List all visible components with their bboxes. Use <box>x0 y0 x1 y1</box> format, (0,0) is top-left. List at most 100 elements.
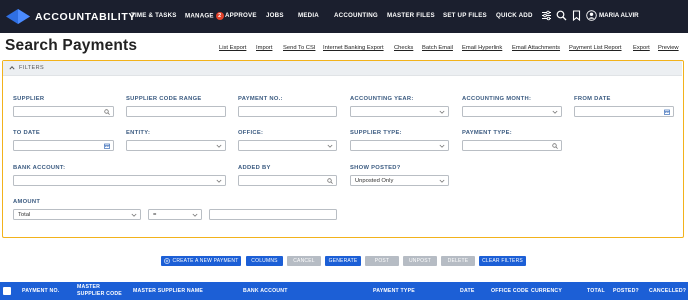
supplier-code-range-label: SUPPLIER CODE RANGE <box>126 96 202 102</box>
chevron-down-icon <box>439 144 445 148</box>
entity-label: ENTITY: <box>126 130 151 136</box>
column-date[interactable]: DATE <box>460 288 475 295</box>
nav-manage-label: MANAGE <box>185 12 214 20</box>
office-select[interactable] <box>238 140 337 151</box>
supplier-type-select[interactable] <box>350 140 449 151</box>
chevron-down-icon <box>216 144 222 148</box>
column-total[interactable]: TOTAL <box>587 288 605 295</box>
column-payment-no[interactable]: PAYMENT NO. <box>22 288 59 295</box>
internet-banking-export-link[interactable]: Internet Banking Export <box>323 45 384 51</box>
show-posted-select[interactable]: Unposted Only <box>350 175 449 186</box>
supplier-code-range-input[interactable] <box>126 106 226 117</box>
email-hyperlink-link[interactable]: Email Hyperlink <box>462 45 502 51</box>
email-attachments-link[interactable]: Email Attachments <box>512 45 560 51</box>
amount-label: AMOUNT <box>13 199 41 205</box>
supplier-type-label: SUPPLIER TYPE: <box>350 130 402 136</box>
payment-no-label: PAYMENT NO.: <box>238 96 283 102</box>
amount-operator-value: = <box>153 212 157 218</box>
chevron-down-icon <box>131 213 137 217</box>
nav-set-up-files[interactable]: SET UP FILES <box>443 12 487 19</box>
amount-operator-select[interactable]: = <box>148 209 202 220</box>
user-name[interactable]: MARIA ALVIR <box>599 12 639 19</box>
list-export-link[interactable]: List Export <box>219 45 246 51</box>
bank-account-label: BANK ACCOUNT: <box>13 165 66 171</box>
accounting-month-select[interactable] <box>462 106 562 117</box>
nav-media[interactable]: MEDIA <box>298 12 319 19</box>
column-cancelled[interactable]: CANCELLED? <box>649 288 686 295</box>
columns-button[interactable]: COLUMNS <box>246 256 283 266</box>
preview-link[interactable]: Preview <box>658 45 679 51</box>
search-icon[interactable] <box>327 178 333 184</box>
payment-type-input[interactable] <box>462 140 562 151</box>
select-all-checkbox[interactable] <box>3 287 11 295</box>
chevron-down-icon <box>327 144 333 148</box>
chevron-down-icon <box>439 110 445 114</box>
filters-toggle[interactable]: FILTERS <box>3 61 682 76</box>
nav-manage[interactable]: MANAGE 2 <box>185 12 224 20</box>
bookmark-icon[interactable] <box>571 10 582 21</box>
bank-account-select[interactable] <box>13 175 226 186</box>
export-link[interactable]: Export <box>633 45 650 51</box>
office-label: OFFICE: <box>238 130 264 136</box>
clear-filters-button[interactable]: CLEAR FILTERS <box>479 256 526 266</box>
import-link[interactable]: Import <box>256 45 272 51</box>
plus-circle-icon <box>164 258 170 264</box>
nav-time-tasks[interactable]: TIME & TASKS <box>131 12 177 19</box>
added-by-input[interactable] <box>238 175 337 186</box>
logo-icon <box>6 9 30 24</box>
column-office-code[interactable]: OFFICE CODE <box>491 288 529 295</box>
entity-select[interactable] <box>126 140 226 151</box>
amount-mode-value: Total <box>18 212 31 218</box>
accounting-year-label: ACCOUNTING YEAR: <box>350 96 414 102</box>
to-date-label: TO DATE <box>13 130 41 136</box>
to-date-input[interactable] <box>13 140 114 151</box>
added-by-label: ADDED BY <box>238 165 271 171</box>
payment-no-input[interactable] <box>238 106 337 117</box>
nav-approve[interactable]: APPROVE <box>225 12 257 19</box>
delete-button[interactable]: DELETE <box>441 256 475 266</box>
post-button[interactable]: POST <box>365 256 399 266</box>
column-posted[interactable]: POSTED? <box>613 288 639 295</box>
chevron-up-icon <box>9 66 15 70</box>
cancel-button[interactable]: CANCEL <box>287 256 321 266</box>
results-table-header: PAYMENT NO. MASTER SUPPLIER CODE MASTER … <box>0 282 688 300</box>
calendar-icon[interactable] <box>664 109 670 115</box>
show-posted-label: SHOW POSTED? <box>350 165 401 171</box>
supplier-label: SUPPLIER <box>13 96 45 102</box>
nav-quick-add[interactable]: QUICK ADD <box>496 12 533 19</box>
create-payment-button[interactable]: CREATE A NEW PAYMENT <box>161 256 241 266</box>
search-icon[interactable] <box>556 10 567 21</box>
logo[interactable]: ACCOUNTABILITY <box>6 9 136 24</box>
send-to-csi-link[interactable]: Send To CSI <box>283 45 315 51</box>
nav-master-files[interactable]: MASTER FILES <box>387 12 435 19</box>
user-avatar-icon[interactable] <box>586 10 597 21</box>
column-master-supplier-code[interactable]: MASTER SUPPLIER CODE <box>77 284 129 297</box>
column-bank-account[interactable]: BANK ACCOUNT <box>243 288 288 295</box>
filters-title: FILTERS <box>19 65 45 71</box>
filter-settings-icon[interactable] <box>541 10 552 21</box>
batch-email-link[interactable]: Batch Email <box>422 45 453 51</box>
supplier-input[interactable] <box>13 106 114 117</box>
amount-value-input[interactable] <box>209 209 337 220</box>
unpost-button[interactable]: UNPOST <box>403 256 437 266</box>
nav-accounting[interactable]: ACCOUNTING <box>334 12 378 19</box>
calendar-icon[interactable] <box>104 143 110 149</box>
checks-link[interactable]: Checks <box>394 45 413 51</box>
search-icon[interactable] <box>552 143 558 149</box>
accounting-month-label: ACCOUNTING MONTH: <box>462 96 532 102</box>
top-navigation-bar: ACCOUNTABILITY TIME & TASKS MANAGE 2 APPR… <box>0 0 688 33</box>
search-icon[interactable] <box>104 109 110 115</box>
nav-jobs[interactable]: JOBS <box>266 12 284 19</box>
column-payment-type[interactable]: PAYMENT TYPE <box>373 288 415 295</box>
chevron-down-icon <box>552 110 558 114</box>
column-currency[interactable]: CURRENCY <box>531 288 562 295</box>
page-title: Search Payments <box>5 37 138 54</box>
amount-mode-select[interactable]: Total <box>13 209 141 220</box>
chevron-down-icon <box>439 179 445 183</box>
payment-list-report-link[interactable]: Payment List Report <box>569 45 622 51</box>
accounting-year-select[interactable] <box>350 106 449 117</box>
column-master-supplier-name[interactable]: MASTER SUPPLIER NAME <box>133 288 203 295</box>
generate-button[interactable]: GENERATE <box>325 256 361 266</box>
from-date-input[interactable] <box>574 106 674 117</box>
chevron-down-icon <box>216 179 222 183</box>
